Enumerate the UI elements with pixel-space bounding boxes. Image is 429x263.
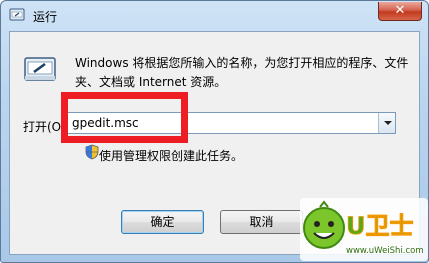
run-icon <box>9 8 25 21</box>
ok-button[interactable]: 确定 <box>121 210 204 234</box>
uweishi-logo: U卫士 www.uWeiShi.com <box>300 198 428 261</box>
title-bar[interactable]: 运行 ✕ <box>1 1 428 31</box>
dialog-description: Windows 将根据您所输入的名称，为您打开相应的程序、文件夹、文档或 Int… <box>75 56 409 89</box>
cancel-button[interactable]: 取消 <box>220 210 303 234</box>
dropdown-arrow-icon[interactable] <box>378 113 395 133</box>
command-combobox[interactable]: gpedit.msc <box>65 112 396 134</box>
window-title: 运行 <box>33 10 58 24</box>
admin-note: 使用管理权限创建此任务。 <box>99 149 244 163</box>
close-button[interactable]: ✕ <box>378 2 422 21</box>
uac-shield-icon <box>85 144 99 160</box>
run-program-icon <box>24 57 56 81</box>
command-input[interactable]: gpedit.msc <box>72 116 139 130</box>
svg-text:www.uWeiShi.com: www.uWeiShi.com <box>346 246 424 256</box>
close-icon: ✕ <box>394 3 406 18</box>
run-dialog-window: 运行 ✕ Windows 将根据您所输入的名称，为您打开相应的程序、文件夹、文档… <box>0 0 429 263</box>
svg-text:U卫士: U卫士 <box>346 212 414 240</box>
open-label: 打开(O): <box>23 120 70 134</box>
